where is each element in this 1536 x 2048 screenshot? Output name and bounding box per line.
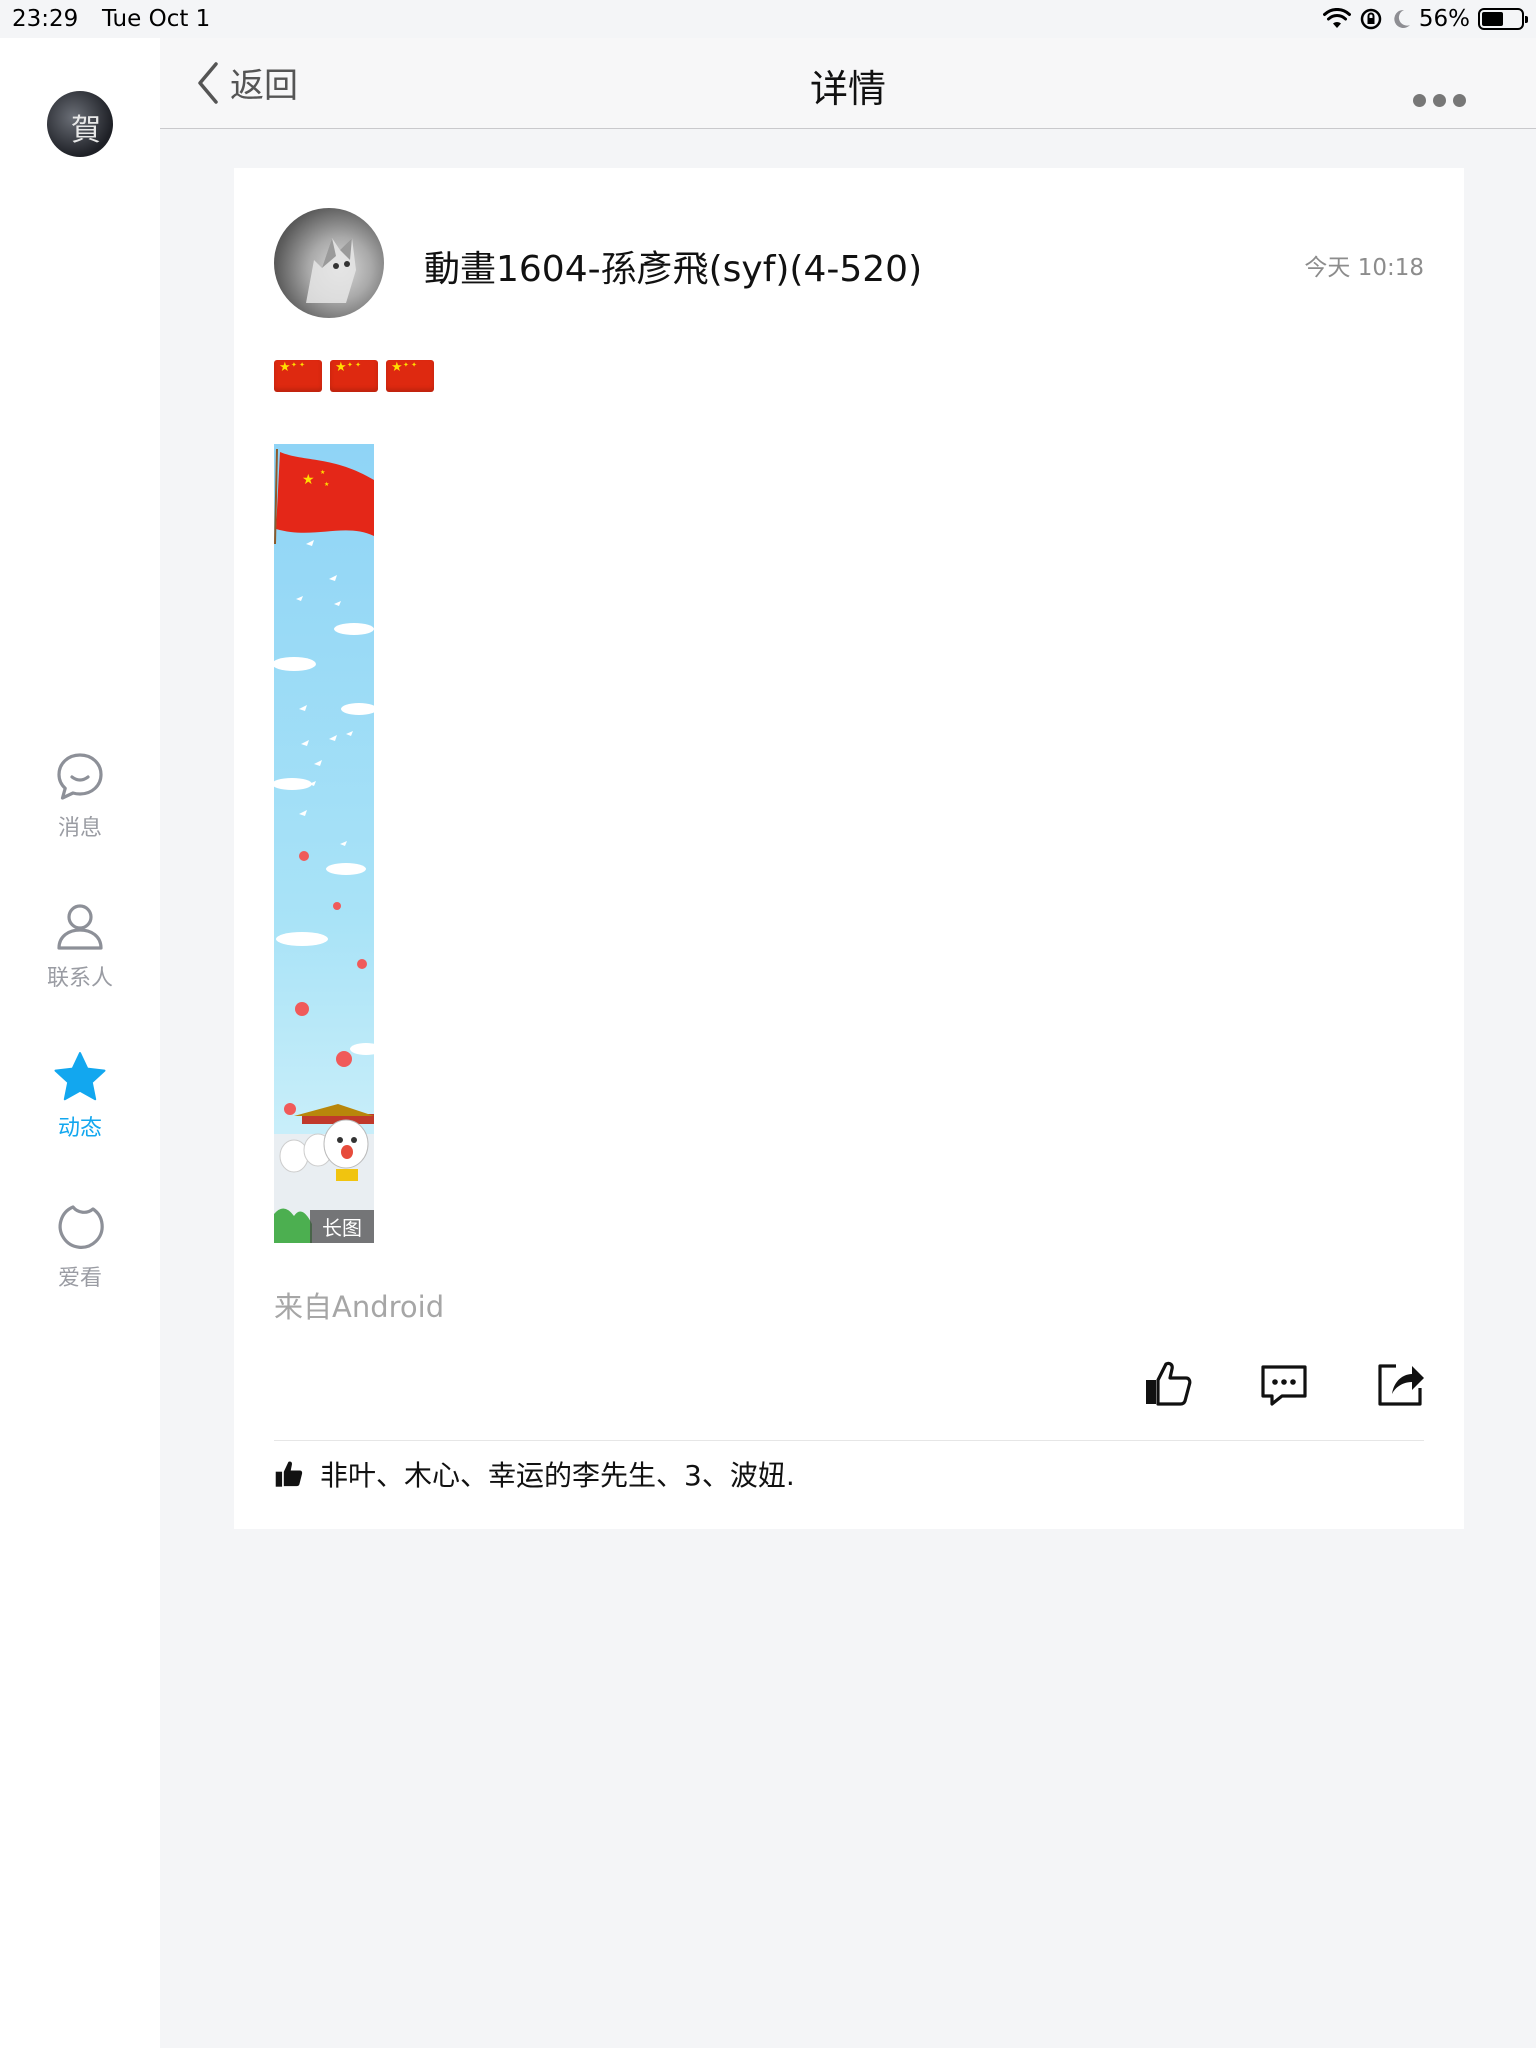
post-text: [274, 360, 434, 392]
comment-button[interactable]: [1258, 1358, 1310, 1410]
long-image-illustration: ★ ★ ★: [274, 444, 374, 1243]
svg-text:★: ★: [320, 469, 325, 476]
post-source: 来自Android: [274, 1290, 445, 1324]
thumbs-up-filled-icon: [275, 1461, 303, 1487]
more-dot: [1413, 94, 1426, 107]
like-button[interactable]: [1142, 1358, 1194, 1410]
sidebar-item-label: 消息: [57, 816, 102, 841]
cat-photo-icon: [306, 238, 356, 303]
long-image-badge: 长图: [310, 1210, 374, 1243]
watch-icon: [58, 1205, 104, 1249]
post-time: 今天 10:18: [1304, 255, 1424, 281]
status-indicators: 56%: [1322, 4, 1528, 34]
avatar-decoration: 賀: [71, 113, 101, 148]
moon-icon: [1394, 9, 1410, 28]
status-bar: 23:29 Tue Oct 1 56%: [0, 0, 1536, 38]
comment-icon: [1261, 1365, 1307, 1406]
battery-icon: [1478, 8, 1528, 30]
sidebar-item-feed[interactable]: 动态: [0, 1050, 160, 1142]
author-avatar[interactable]: [274, 208, 384, 318]
sidebar-item-label: 爱看: [57, 1266, 102, 1291]
author-name[interactable]: 動畫1604-孫彥飛(syf)(4-520): [424, 240, 922, 292]
sidebar-item-watch[interactable]: 爱看: [0, 1200, 160, 1292]
likes-list[interactable]: 非叶、木心、幸运的李先生、3、波妞.: [320, 1454, 795, 1494]
battery-percent: 56%: [1418, 6, 1470, 32]
status-time: 23:29: [12, 6, 79, 32]
svg-text:★: ★: [302, 472, 315, 488]
message-icon: [57, 753, 103, 800]
sidebar-item-label: 联系人: [46, 966, 113, 991]
share-icon: [1378, 1364, 1424, 1406]
sidebar: 賀 消息 联系人 动态 爱看: [0, 38, 160, 2048]
thumbs-up-icon: [1146, 1361, 1192, 1406]
post-card: 動畫1604-孫彥飛(syf)(4-520) 今天 10:18 ★ ★ ★: [234, 168, 1464, 1529]
svg-text:★: ★: [324, 481, 329, 488]
my-avatar[interactable]: 賀: [47, 91, 113, 157]
more-dot: [1453, 94, 1466, 107]
rotation-lock-icon: [1360, 8, 1382, 30]
divider: [274, 1440, 1424, 1441]
page-title: 详情: [809, 67, 886, 111]
sidebar-item-label: 动态: [57, 1116, 102, 1141]
contacts-icon: [57, 904, 103, 950]
star-icon: [54, 1052, 106, 1101]
more-button[interactable]: [1413, 94, 1466, 107]
wifi-icon: [1322, 8, 1351, 28]
share-button[interactable]: [1374, 1358, 1426, 1410]
battery-level: [1482, 12, 1503, 26]
likes-row: 非叶、木心、幸运的李先生、3、波妞.: [274, 1454, 795, 1494]
cn-flag-icon: [386, 360, 434, 392]
more-dot: [1433, 94, 1446, 107]
header: 返回 详情: [160, 38, 1536, 129]
post-image[interactable]: ★ ★ ★ 长图: [274, 444, 374, 1243]
sidebar-item-contacts[interactable]: 联系人: [0, 900, 160, 992]
cn-flag-icon: [330, 360, 378, 392]
cn-flag-icon: [274, 360, 322, 392]
sidebar-item-messages[interactable]: 消息: [0, 750, 160, 842]
status-date: Tue Oct 1: [102, 6, 211, 32]
